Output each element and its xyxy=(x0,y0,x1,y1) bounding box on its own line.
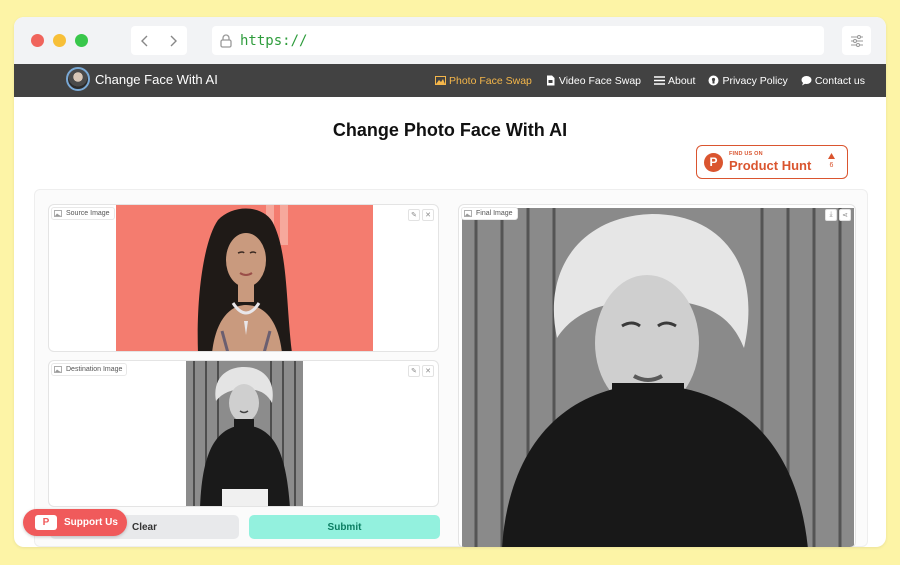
final-image-tools: ⤓ ⋖ xyxy=(823,209,851,221)
brand-name: Change Face With AI xyxy=(95,71,218,87)
product-hunt-name: Product Hunt xyxy=(729,158,812,174)
remove-button[interactable]: ✕ xyxy=(422,209,434,221)
destination-image-label: Destination Image xyxy=(51,363,128,376)
close-window-button[interactable] xyxy=(31,34,44,47)
chevron-right-icon xyxy=(170,35,177,46)
nav-video-face-swap[interactable]: Video Face Swap xyxy=(545,75,641,87)
brand-logo xyxy=(66,67,90,91)
edit-button[interactable]: ✎ xyxy=(408,365,420,377)
product-hunt-text: FIND US ON Product Hunt xyxy=(729,150,812,174)
image-icon xyxy=(54,210,62,217)
site-navbar: Change Face With AI Photo Face Swap Vide… xyxy=(14,64,886,97)
shield-icon xyxy=(708,75,719,86)
download-icon: ⤓ xyxy=(829,211,833,218)
product-hunt-logo-icon: P xyxy=(704,152,723,172)
support-us-label: Support Us xyxy=(64,517,118,528)
source-image-tools: ✎ ✕ xyxy=(406,209,434,221)
chat-icon xyxy=(801,76,812,86)
product-hunt-badge[interactable]: P FIND US ON Product Hunt 6 xyxy=(696,145,848,179)
address-bar[interactable]: https:// xyxy=(212,26,824,55)
source-image-label: Source Image xyxy=(51,207,115,220)
support-us-button[interactable]: P Support Us xyxy=(23,509,127,536)
image-icon xyxy=(435,76,446,85)
minimize-window-button[interactable] xyxy=(53,34,66,47)
share-icon: ⋖ xyxy=(842,212,848,219)
destination-image-panel[interactable]: Destination Image ✎ ✕ xyxy=(48,360,439,507)
nav-about[interactable]: About xyxy=(654,75,695,87)
nav-privacy-policy[interactable]: Privacy Policy xyxy=(708,74,788,87)
sliders-icon xyxy=(850,34,863,47)
final-image-label: Final Image xyxy=(461,207,518,220)
history-buttons xyxy=(131,26,187,55)
nav-label: About xyxy=(668,74,696,87)
chevron-left-icon xyxy=(141,35,148,46)
nav-label: Privacy Policy xyxy=(722,74,788,87)
maximize-window-button[interactable] xyxy=(75,34,88,47)
final-image-panel[interactable]: Final Image ⤓ ⋖ xyxy=(458,204,856,547)
nav-label: Photo Face Swap xyxy=(449,74,532,87)
download-button[interactable]: ⤓ xyxy=(825,209,837,221)
url-text: https:// xyxy=(240,32,308,49)
browser-menu-button[interactable] xyxy=(842,26,871,55)
browser-window: https:// Change Face With AI Photo Face … xyxy=(14,17,886,547)
edit-button[interactable]: ✎ xyxy=(408,209,420,221)
lock-icon xyxy=(220,33,232,48)
back-button[interactable] xyxy=(131,26,159,55)
product-hunt-votes: 6 xyxy=(828,153,835,171)
share-button[interactable]: ⋖ xyxy=(839,209,851,221)
final-photo xyxy=(462,208,854,547)
nav-photo-face-swap[interactable]: Photo Face Swap xyxy=(435,75,532,87)
nav-label: Video Face Swap xyxy=(558,74,641,87)
nav-contact-us[interactable]: Contact us xyxy=(801,75,865,87)
vote-count: 6 xyxy=(829,162,834,170)
main-menu: Photo Face Swap Video Face Swap About Pr… xyxy=(435,64,878,97)
close-icon: ✕ xyxy=(425,212,431,219)
source-image-panel[interactable]: Source Image ✎ ✕ xyxy=(48,204,439,352)
destination-image-tools: ✎ ✕ xyxy=(406,365,434,377)
destination-photo xyxy=(186,361,303,506)
source-photo xyxy=(116,205,373,351)
pencil-icon: ✎ xyxy=(411,212,417,219)
product-hunt-caption: FIND US ON xyxy=(729,150,763,157)
brand-link[interactable]: Change Face With AI xyxy=(66,67,218,91)
image-icon xyxy=(464,210,472,217)
file-icon xyxy=(546,75,555,86)
nav-label: Contact us xyxy=(814,74,866,87)
remove-button[interactable]: ✕ xyxy=(422,365,434,377)
close-icon: ✕ xyxy=(425,368,431,375)
face-swap-workspace: Source Image ✎ ✕ Destination Image ✎ ✕ F… xyxy=(34,189,868,547)
browser-toolbar: https:// xyxy=(14,17,886,64)
upvote-icon xyxy=(828,153,835,159)
submit-button[interactable]: Submit xyxy=(249,515,440,539)
image-icon xyxy=(54,366,62,373)
pencil-icon: ✎ xyxy=(411,368,417,375)
forward-button[interactable] xyxy=(159,26,187,55)
ko-fi-cup-icon: P xyxy=(35,515,57,530)
page-title: Change Photo Face With AI xyxy=(332,120,568,140)
list-icon xyxy=(654,76,665,85)
